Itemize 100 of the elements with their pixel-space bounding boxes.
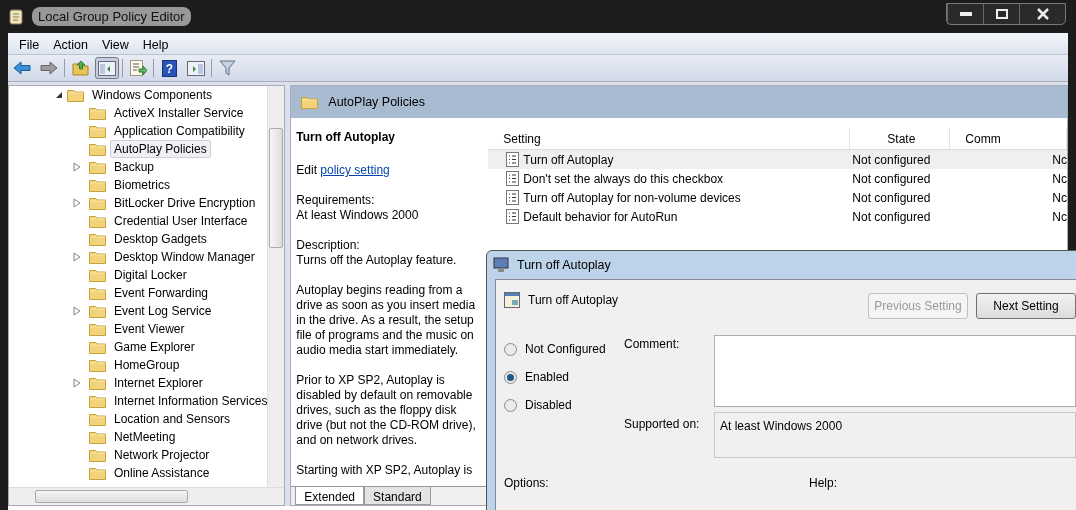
folder-icon (89, 430, 106, 444)
maximize-icon (995, 9, 1008, 19)
folder-icon (89, 394, 106, 408)
state-cell-text: Not configured (852, 170, 932, 188)
tree-item[interactable]: Internet Explorer (110, 374, 207, 392)
setting-cell-text: Turn off Autoplay (523, 151, 614, 169)
scroll-icon (8, 7, 24, 26)
tree-item[interactable]: Location and Sensors (110, 410, 235, 428)
tree-item[interactable]: ActiveX Installer Service (110, 104, 248, 122)
computer-icon (493, 257, 511, 273)
folder-icon (89, 412, 106, 426)
tree-item[interactable]: BitLocker Drive Encryption (110, 194, 260, 212)
tree-item[interactable]: HomeGroup (110, 356, 184, 374)
tree-item[interactable]: Event Forwarding (110, 284, 213, 302)
table-row[interactable]: Don't set the always do this checkbox Not configured Nc (488, 169, 1067, 188)
state-cell-text: Not configured (852, 208, 932, 226)
close-icon (1036, 8, 1049, 20)
back-arrow-icon (13, 61, 31, 75)
folder-icon (89, 250, 106, 264)
policy-setting-link[interactable]: policy setting (320, 163, 390, 177)
menu-item[interactable]: Help (135, 33, 176, 54)
tree-item[interactable]: Biometrics (110, 176, 174, 194)
vertical-scrollbar[interactable] (267, 86, 285, 487)
horizontal-scrollbar[interactable] (9, 487, 285, 505)
comment-field[interactable] (714, 335, 1076, 407)
folder-icon (89, 178, 106, 192)
expand-arrow-icon[interactable] (73, 378, 81, 388)
expand-arrow-icon[interactable] (73, 252, 81, 262)
expand-arrow-icon[interactable] (73, 162, 81, 172)
table-cell: Nc (1052, 209, 1067, 224)
table-row[interactable]: Turn off Autoplay Not configured Nc (488, 150, 1067, 169)
tree-item[interactable]: Credential User Interface (110, 212, 252, 230)
setting-cell-text: Don't set the always do this checkbox (523, 170, 724, 188)
folder-icon (89, 232, 106, 246)
dialog-title: Turn off Autoplay (517, 256, 611, 274)
folder-icon (89, 322, 106, 336)
options-label: Options: (504, 475, 550, 492)
edit-label: Edit (296, 163, 317, 177)
radio-button[interactable] (504, 370, 517, 384)
menu-item[interactable]: File (12, 33, 47, 54)
policy-icon (506, 209, 520, 224)
radio-label: Enabled (525, 369, 570, 386)
menu-item[interactable]: View (94, 33, 136, 54)
panel-icon (187, 60, 205, 76)
folder-icon (89, 124, 106, 138)
description-text: Starting with XP SP2, Autoplay is (296, 463, 474, 478)
expanded-arrow-icon[interactable] (55, 91, 63, 99)
export-list-icon (129, 60, 147, 76)
tree-item[interactable]: Backup (110, 158, 159, 176)
table-row[interactable]: Default behavior for AutoRun Not configured Nc (488, 207, 1067, 226)
tree-item[interactable]: Internet Information Services (110, 392, 272, 410)
folder-icon (89, 358, 106, 372)
column-header[interactable]: Comm (965, 129, 1001, 148)
supported-label: Supported on: (624, 416, 701, 433)
radio-button[interactable] (504, 398, 517, 412)
tree-item[interactable]: Online Assistance (110, 464, 214, 482)
policy-icon (506, 171, 520, 186)
next-setting-button[interactable]: Next Setting (976, 293, 1076, 319)
table-row[interactable]: Turn off Autoplay for non-volume devices Not configured Nc (488, 188, 1067, 207)
view-tab[interactable]: Extended (295, 487, 365, 505)
tree-item[interactable]: Network Projector (110, 446, 214, 464)
tree-item[interactable]: Game Explorer (110, 338, 199, 356)
forward-arrow-icon (40, 61, 58, 75)
tree-item[interactable]: Event Viewer (110, 320, 189, 338)
folder-icon (89, 448, 106, 462)
comment-label: Comment: (624, 336, 681, 353)
toolbar-button[interactable] (95, 57, 119, 79)
tree-item[interactable]: Desktop Window Manager (110, 248, 259, 266)
filter-icon (218, 60, 236, 76)
tree-item[interactable]: Event Log Service (110, 302, 216, 320)
radio-button[interactable] (504, 342, 517, 356)
expand-arrow-icon[interactable] (73, 306, 81, 316)
folder-icon (89, 106, 106, 120)
expand-arrow-icon[interactable] (73, 198, 81, 208)
description-text: Prior to XP SP2, Autoplay is disabled by default on removable drives, such as the floppy disk drive (but not the CD-ROM drive), and on network drives. (296, 373, 477, 448)
column-header[interactable]: State (887, 129, 916, 148)
folder-icon (89, 142, 106, 156)
column-header[interactable]: Setting (503, 129, 541, 148)
tree-item[interactable]: Digital Locker (110, 266, 191, 284)
tree-item[interactable]: Desktop Gadgets (110, 230, 211, 248)
table-cell: Nc (1052, 190, 1067, 205)
folder-icon (89, 160, 106, 174)
setting-title: Turn off Autoplay (296, 129, 396, 146)
tree-item[interactable]: Windows Components (88, 86, 217, 104)
folder-icon (89, 340, 106, 354)
view-tab[interactable]: Standard (364, 487, 431, 505)
state-cell-text: Not configured (852, 151, 932, 169)
setting-cell-text: Default behavior for AutoRun (523, 208, 678, 226)
description-text: Requirements: At least Windows 2000 (296, 193, 420, 223)
help-label: Help: (809, 475, 837, 492)
folder-icon (301, 95, 319, 109)
tree-item[interactable]: AutoPlay Policies (110, 140, 211, 158)
folder-icon (89, 466, 106, 480)
folder-icon (89, 304, 106, 318)
folder-up-icon (71, 60, 89, 76)
radio-label: Disabled (525, 397, 572, 414)
tree-item[interactable]: Application Compatibility (110, 122, 249, 140)
window-title: Local Group Policy Editor (32, 6, 191, 27)
tree-item[interactable]: NetMeeting (110, 428, 180, 446)
menu-item[interactable]: Action (46, 33, 95, 54)
